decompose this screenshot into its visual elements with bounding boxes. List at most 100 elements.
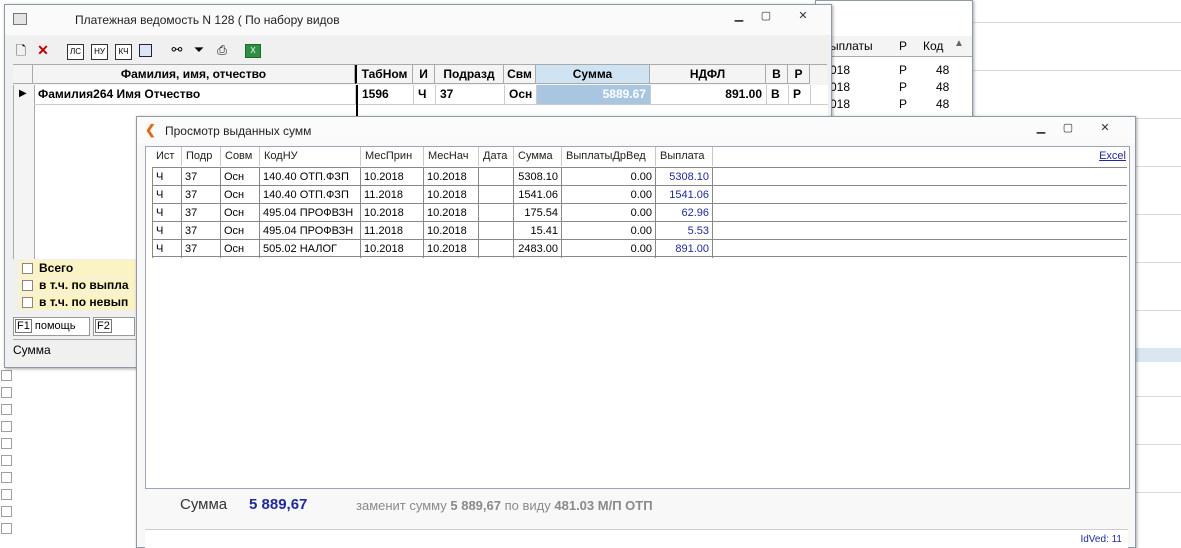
cell-vyplaty-dr-ved: 0.00 <box>562 186 656 204</box>
col-kodnu[interactable]: КодНУ <box>260 147 361 166</box>
cell-mesnach: 10.2018 <box>424 186 479 204</box>
table-row[interactable]: Ч 37 Осн 505.02 НАЛОГ 10.2018 10.2018 2483.00 0… <box>152 239 1127 258</box>
cell-vyplata: 62.96 <box>656 204 713 222</box>
footer-sum-label: Сумма <box>180 496 228 513</box>
cell-sovm: Осн <box>221 186 260 204</box>
summary-row-paid[interactable]: в т.ч. по выпла <box>19 277 141 293</box>
col-podrazd[interactable]: Подразд <box>435 65 504 84</box>
col-mesnach[interactable]: МесНач <box>424 147 479 166</box>
excel-export-icon[interactable]: X <box>245 44 261 58</box>
sheet-checkbox[interactable] <box>1 387 12 398</box>
row-checkbox[interactable] <box>22 297 33 308</box>
table-row[interactable]: Ч 37 Осн 140.40 ОТП.ФЗП 11.2018 10.2018 1541.0… <box>152 185 1127 204</box>
col-fio[interactable]: Фамилия, имя, отчество <box>33 65 355 84</box>
col-ndfl[interactable]: НДФЛ <box>650 65 766 84</box>
dialog-statusbar: IdVed: 11 <box>145 529 1128 548</box>
col-vyplata[interactable]: Выплата <box>656 147 713 166</box>
cell-sovm: Осн <box>221 222 260 240</box>
col-summa[interactable]: Сумма <box>536 65 650 84</box>
replace-prefix: заменит сумму <box>356 498 447 513</box>
cell-kodnu: 495.04 ПРОФВЗН <box>260 204 361 222</box>
cell-fio: Фамилия264 Имя Отчество <box>34 85 356 104</box>
close-icon[interactable]: ✕ <box>1093 120 1117 136</box>
print-icon[interactable]: ⎙ <box>214 43 230 57</box>
col-vyplaty-dr-ved[interactable]: ВыплатыДрВед <box>562 147 656 166</box>
sheet-gridline <box>972 70 1181 71</box>
table-row[interactable]: Фамилия264 Имя Отчество 1596 Ч 37 Осн 58… <box>34 85 828 105</box>
bg-cell: Р <box>899 97 908 111</box>
payments-table: Ист Подр Совм КодНУ МесПрин МесНач Дата … <box>145 146 1130 489</box>
binoculars-icon[interactable]: ⚯ <box>169 43 185 57</box>
filter-icon[interactable]: ⏷ <box>192 43 206 57</box>
sheet-checkbox[interactable] <box>1 523 12 534</box>
table-row[interactable]: Ч 37 Осн 495.04 ПРОФВЗН 11.2018 10.2018 15.41 0… <box>152 221 1127 240</box>
f1-help-button[interactable]: F1 помощь <box>13 317 90 336</box>
sheet-checkbox[interactable] <box>1 421 12 432</box>
excel-link[interactable]: Excel <box>1099 150 1126 162</box>
sheet-checkbox[interactable] <box>1 455 12 466</box>
col-v[interactable]: В <box>766 65 788 84</box>
col-tabnom[interactable]: ТабНом <box>355 65 413 84</box>
new-document-icon[interactable]: 🗋 <box>15 44 27 58</box>
payroll-titlebar[interactable]: Платежная ведомость N 128 ( По набору ви… <box>5 5 831 35</box>
cell-vyplata: 5308.10 <box>656 168 713 186</box>
cell-mesprin: 10.2018 <box>361 168 424 186</box>
summary-row-total[interactable]: Всего <box>19 260 141 276</box>
bg-cell: 48 <box>936 63 950 77</box>
current-row-icon: ▶ <box>19 88 27 99</box>
col-r[interactable]: Р <box>788 65 810 84</box>
sheet-checkbox[interactable] <box>1 506 12 517</box>
col-svm[interactable]: Свм <box>504 65 536 84</box>
dialog-titlebar[interactable]: ❮ Просмотр выданных сумм ▁ ▢ ✕ <box>137 117 1135 143</box>
col-mesprin[interactable]: МесПрин <box>361 147 424 166</box>
delete-icon[interactable]: ✕ <box>36 43 50 57</box>
sheet-checkbox[interactable] <box>1 438 12 449</box>
bg-cell: 018 <box>830 63 851 77</box>
col-sovm[interactable]: Совм <box>221 147 260 166</box>
dialog-footer: Сумма 5 889,67 заменит сумму 5 889,67 по… <box>145 491 1128 527</box>
col-data[interactable]: Дата <box>479 147 514 166</box>
row-checkbox[interactable] <box>22 263 33 274</box>
table-row[interactable]: Ч 37 Осн 495.04 ПРОФВЗН 10.2018 10.2018 175.54… <box>152 203 1127 222</box>
col-i[interactable]: И <box>413 65 435 84</box>
cell-v: В <box>767 85 789 104</box>
row-checkbox[interactable] <box>22 280 33 291</box>
bg-cell: Р <box>899 63 908 77</box>
kch-icon[interactable]: КЧ <box>115 44 132 60</box>
cell-vyplaty-dr-ved: 0.00 <box>562 204 656 222</box>
table-row[interactable]: Ч 37 Осн 140.40 ОТП.ФЗП 10.2018 10.2018 5308.1… <box>152 167 1127 186</box>
scroll-up-icon[interactable]: ▲ <box>954 38 964 49</box>
col-podr[interactable]: Подр <box>182 147 221 166</box>
minimize-icon[interactable]: ▁ <box>1029 120 1053 136</box>
sheet-checkbox[interactable] <box>1 370 12 381</box>
cell-vyplata: 891.00 <box>656 240 713 258</box>
cell-kodnu: 505.02 НАЛОГ <box>260 240 361 258</box>
nu-icon[interactable]: НУ <box>91 44 108 60</box>
f2-button[interactable]: F2 <box>93 317 135 336</box>
sheet-checkbox[interactable] <box>1 404 12 415</box>
cell-mesnach: 10.2018 <box>424 204 479 222</box>
cell-ist: Ч <box>152 240 182 258</box>
cell-ist: Ч <box>152 222 182 240</box>
col-ist[interactable]: Ист <box>152 147 182 166</box>
sheet-checkbox[interactable] <box>1 489 12 500</box>
cell-i: Ч <box>414 85 436 104</box>
cell-r: Р <box>789 85 811 104</box>
sheet-checkbox[interactable] <box>1 472 12 483</box>
cell-data <box>479 222 514 240</box>
table-icon[interactable] <box>139 44 152 57</box>
summary-row-unpaid[interactable]: в т.ч. по невып <box>19 294 141 310</box>
minimize-icon[interactable]: ▁ <box>727 8 751 24</box>
summary-label: Всего <box>39 261 74 275</box>
cell-podrazd: 37 <box>436 85 505 104</box>
ls-icon[interactable]: ЛС <box>67 44 84 60</box>
cell-mesnach: 10.2018 <box>424 222 479 240</box>
fkey-text: помощь <box>34 320 76 332</box>
col-summa[interactable]: Сумма <box>514 147 562 166</box>
cell-sovm: Осн <box>221 168 260 186</box>
footer-replace-text: заменит сумму 5 889,67 по виду 481.03 М/… <box>356 498 653 513</box>
maximize-icon[interactable]: ▢ <box>1056 120 1080 136</box>
cell-vyplaty-dr-ved: 0.00 <box>562 222 656 240</box>
close-icon[interactable]: ✕ <box>791 8 815 24</box>
maximize-icon[interactable]: ▢ <box>754 8 778 24</box>
